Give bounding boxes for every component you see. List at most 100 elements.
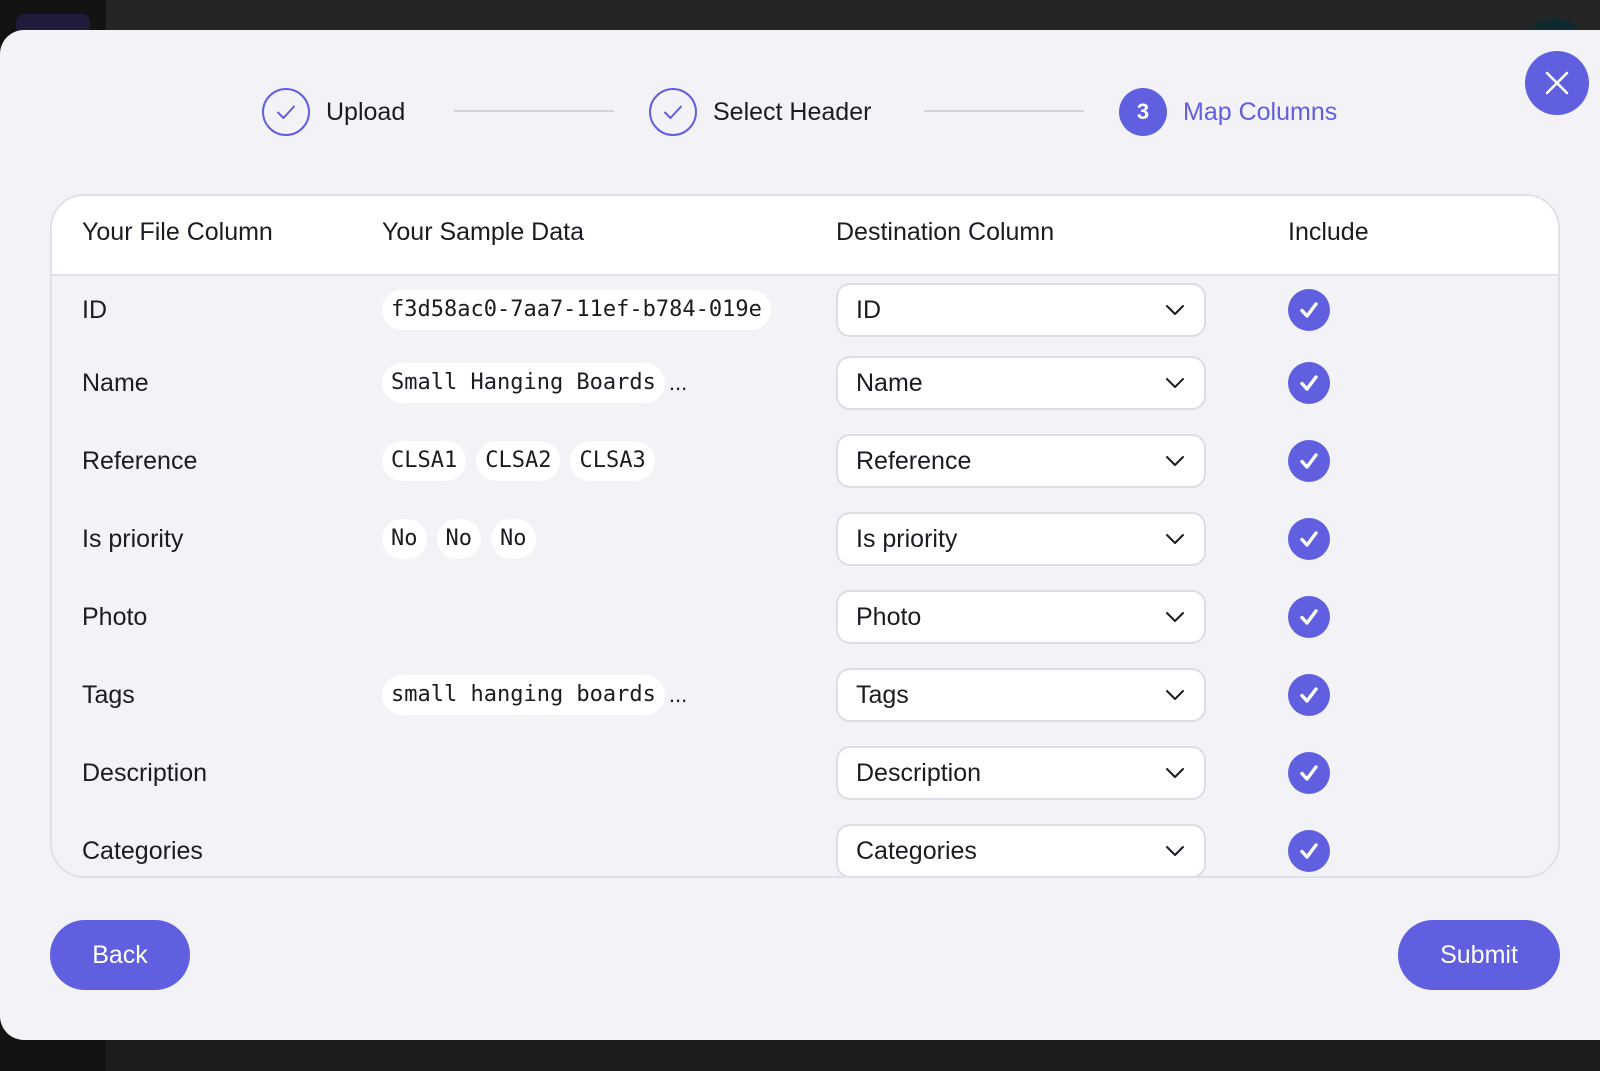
header-file-column: Your File Column [82,218,273,246]
step-upload-label: Upload [326,97,406,126]
sample-value-chip: CLSA2 [476,441,561,481]
sample-data-cell [382,752,782,794]
check-icon [664,105,682,119]
header-include: Include [1288,218,1369,246]
destination-column-value: Description [856,758,982,787]
sample-data-cell: f3d58ac0-7aa7-11ef-b784-019e [382,289,782,331]
chevron-down-icon [1166,768,1184,778]
destination-column-select[interactable]: Description [836,746,1206,800]
include-checkbox[interactable] [1288,596,1330,638]
include-checkbox[interactable] [1288,362,1330,404]
backdrop-bottom [106,1040,1600,1071]
file-column-name: Reference [82,447,198,475]
table-row: Tags small hanging boards... Tags [52,659,1558,737]
sample-value-chip: Small Hanging Boards [382,363,665,403]
sample-value-chip: CLSA3 [570,441,655,481]
step-connector [454,110,614,112]
sample-value-chip: f3d58ac0-7aa7-11ef-b784-019e [382,290,771,330]
sample-value-chip: small hanging boards [382,675,665,715]
destination-column-value: Reference [856,446,972,475]
check-icon [1300,843,1318,859]
sample-data-cell: small hanging boards... [382,674,782,716]
check-icon [1300,609,1318,625]
step-map-columns: 3 Map Columns [1119,86,1337,138]
file-column-name: Photo [82,603,148,631]
include-checkbox[interactable] [1288,289,1330,331]
destination-column-value: Tags [856,680,909,709]
more-samples-indicator: ... [668,682,688,707]
check-icon [277,105,295,119]
chevron-down-icon [1166,846,1184,856]
destination-column-select[interactable]: Is priority [836,512,1206,566]
destination-column-select[interactable]: Name [836,356,1206,410]
chevron-down-icon [1166,534,1184,544]
sample-data-cell [382,596,782,638]
table-row: Categories Categories [52,815,1558,876]
include-checkbox[interactable] [1288,518,1330,560]
sample-value-chip: No [436,519,481,559]
destination-column-value: Categories [856,836,977,865]
table-header: Your File Column Your Sample Data Destin… [52,196,1558,276]
sample-data-cell [382,830,782,872]
step-connector [924,110,1084,112]
submit-button[interactable]: Submit [1398,920,1560,990]
mapping-table: Your File Column Your Sample Data Destin… [50,194,1560,878]
table-row: Reference CLSA1 CLSA2 CLSA3 Reference [52,425,1558,503]
sample-data-cell: Small Hanging Boards... [382,362,782,404]
table-row: ID f3d58ac0-7aa7-11ef-b784-019e ID [52,274,1558,352]
include-checkbox[interactable] [1288,440,1330,482]
destination-column-value: Photo [856,602,922,631]
import-modal: Upload Select Header 3 Map Columns Your … [0,30,1600,1040]
destination-column-select[interactable]: Photo [836,590,1206,644]
check-icon [1300,687,1318,703]
destination-column-select[interactable]: ID [836,283,1206,337]
check-icon [1300,453,1318,469]
include-checkbox[interactable] [1288,752,1330,794]
destination-column-select[interactable]: Categories [836,824,1206,876]
destination-column-value: Name [856,368,923,397]
include-checkbox[interactable] [1288,830,1330,872]
table-row: Name Small Hanging Boards... Name [52,347,1558,425]
destination-column-value: Is priority [856,524,958,553]
chevron-down-icon [1166,690,1184,700]
check-icon [1300,375,1318,391]
sample-data-cell: CLSA1 CLSA2 CLSA3 [382,440,782,482]
table-row: Description Description [52,737,1558,815]
chevron-down-icon [1166,305,1184,315]
file-column-name: Is priority [82,525,184,553]
destination-column-select[interactable]: Tags [836,668,1206,722]
chevron-down-icon [1166,456,1184,466]
file-column-name: Name [82,369,149,397]
chevron-down-icon [1166,612,1184,622]
file-column-name: Description [82,759,208,787]
step-map-columns-number: 3 [1119,88,1167,136]
sample-value-chip: No [491,519,536,559]
step-select-header-circle [649,88,697,136]
check-icon [1300,531,1318,547]
destination-column-value: ID [856,295,881,324]
step-map-columns-label: Map Columns [1183,97,1338,126]
chevron-down-icon [1166,378,1184,388]
sample-value-chip: No [382,519,427,559]
destination-column-select[interactable]: Reference [836,434,1206,488]
step-select-header: Select Header [649,86,871,138]
stepper: Upload Select Header 3 Map Columns [0,86,1600,138]
header-destination-column: Destination Column [836,218,1055,246]
include-checkbox[interactable] [1288,674,1330,716]
step-upload: Upload [262,86,405,138]
header-sample-data: Your Sample Data [382,218,584,246]
check-icon [1300,302,1318,318]
check-icon [1300,765,1318,781]
file-column-name: Tags [82,681,135,709]
step-upload-circle [262,88,310,136]
file-column-name: ID [82,296,107,324]
more-samples-indicator: ... [668,370,688,395]
file-column-name: Categories [82,837,203,865]
table-row: Photo Photo [52,581,1558,659]
back-button[interactable]: Back [50,920,190,990]
sample-data-cell: No No No [382,518,782,560]
table-body[interactable]: ID f3d58ac0-7aa7-11ef-b784-019e ID Name Smal… [52,274,1558,876]
table-row: Is priority No No No Is priority [52,503,1558,581]
sample-value-chip: CLSA1 [382,441,467,481]
step-select-header-label: Select Header [713,97,872,126]
